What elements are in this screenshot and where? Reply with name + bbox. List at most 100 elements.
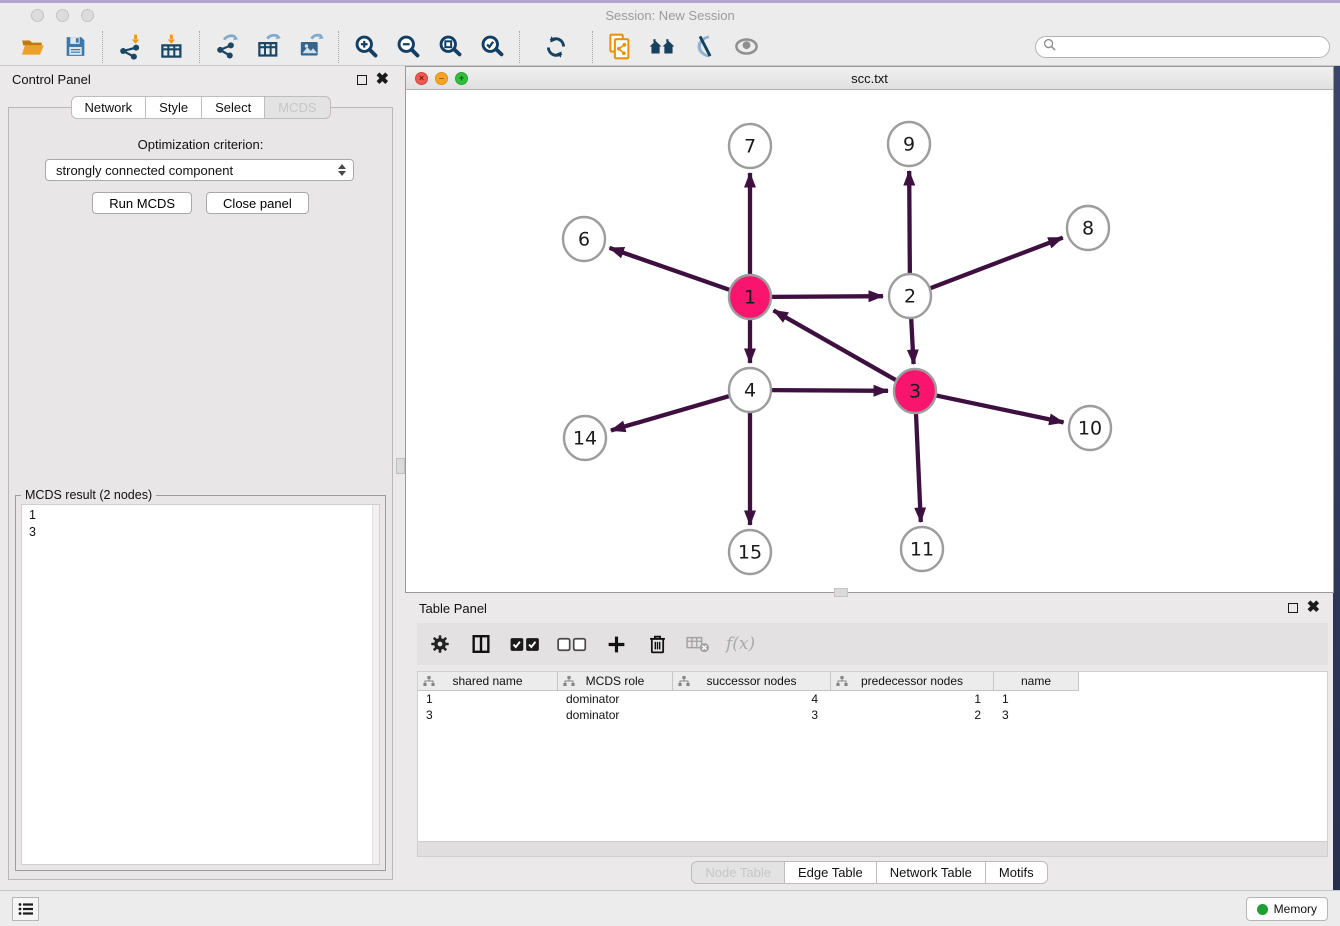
close-table-panel-icon[interactable]: ✖ [1307,603,1320,613]
view-minimize-icon[interactable]: – [435,72,448,85]
hide-selected-icon[interactable] [690,33,718,61]
show-column-icon[interactable] [468,631,494,657]
table-horizontal-scrollbar[interactable] [417,841,1328,857]
close-panel-button[interactable]: Close panel [206,192,309,214]
import-network-icon[interactable] [116,33,144,61]
optimization-criterion-label: Optimization criterion: [9,137,392,152]
edge-1-6[interactable] [609,248,729,290]
select-all-icon[interactable] [509,631,541,657]
table-row[interactable]: 3dominator323 [418,707,1327,723]
edge-3-10[interactable] [937,396,1064,423]
edge-4-3[interactable] [772,390,888,391]
cell-shared_name[interactable]: 3 [418,707,558,723]
edge-1-2[interactable] [772,296,883,297]
node-11[interactable]: 11 [901,527,943,571]
mcds-result-text[interactable]: 1 3 [21,504,380,865]
window-zoom-button[interactable] [81,9,94,22]
cell-name[interactable]: 3 [994,707,1079,723]
network-view-titlebar[interactable]: × – + scc.txt [406,67,1333,90]
tab-style[interactable]: Style [146,96,202,119]
cell-successor[interactable]: 3 [673,707,831,723]
zoom-fit-icon[interactable] [436,33,464,61]
cell-mcds_role[interactable]: dominator [558,707,673,723]
node-6[interactable]: 6 [563,217,605,261]
table-row[interactable]: 1dominator411 [418,691,1327,707]
cell-predecessor[interactable]: 1 [831,691,994,707]
delete-column-icon[interactable] [644,631,670,657]
edge-2-3[interactable] [911,318,913,364]
node-3[interactable]: 3 [894,369,936,413]
column-header-name[interactable]: name [994,672,1079,691]
zoom-out-icon[interactable] [394,33,422,61]
cell-shared_name[interactable]: 1 [418,691,558,707]
refresh-icon[interactable] [542,33,570,61]
column-header-shared-name[interactable]: shared name [418,672,558,691]
export-network-icon[interactable] [213,33,241,61]
tab-motifs[interactable]: Motifs [986,861,1048,884]
edge-2-8[interactable] [931,238,1063,289]
svg-text:1: 1 [744,287,756,309]
float-panel-icon[interactable] [357,75,367,85]
run-mcds-button[interactable]: Run MCDS [92,192,192,214]
node-10[interactable]: 10 [1069,406,1111,450]
export-image-icon[interactable] [297,33,325,61]
search-input[interactable] [1060,38,1329,56]
vertical-splitter-grip[interactable] [396,458,405,474]
node-table-header: shared nameMCDS rolesuccessor nodesprede… [418,672,1327,691]
network-from-selection-icon[interactable] [606,33,634,61]
column-header-predecessor-nodes[interactable]: predecessor nodes [831,672,994,691]
node-1[interactable]: 1 [729,275,771,319]
zoom-in-icon[interactable] [352,33,380,61]
first-neighbors-icon[interactable] [648,33,676,61]
export-table-icon[interactable] [255,33,283,61]
window-minimize-button[interactable] [56,9,69,22]
tab-mcds[interactable]: MCDS [265,96,330,119]
search-box[interactable] [1035,36,1330,58]
show-all-icon[interactable] [732,33,760,61]
svg-text:6: 6 [578,229,590,251]
column-header-successor-nodes[interactable]: successor nodes [673,672,831,691]
node-9[interactable]: 9 [888,122,930,166]
tab-network[interactable]: Network [70,96,146,119]
cell-successor[interactable]: 4 [673,691,831,707]
edge-4-14[interactable] [611,396,729,430]
tab-network-table[interactable]: Network Table [877,861,986,884]
column-header-mcds-role[interactable]: MCDS role [558,672,673,691]
node-2[interactable]: 2 [889,274,931,318]
cell-mcds_role[interactable]: dominator [558,691,673,707]
zoom-selected-icon[interactable] [478,33,506,61]
add-column-icon[interactable] [603,631,629,657]
memory-button[interactable]: Memory [1246,897,1328,921]
optimization-criterion-select[interactable]: strongly connected component [45,159,354,181]
svg-text:15: 15 [738,542,762,564]
edge-3-1[interactable] [773,310,895,380]
tab-node-table[interactable]: Node Table [691,861,785,884]
node-14[interactable]: 14 [564,416,606,460]
node-8[interactable]: 8 [1067,206,1109,250]
cell-predecessor[interactable]: 2 [831,707,994,723]
save-session-icon[interactable] [61,33,89,61]
node-7[interactable]: 7 [729,124,771,168]
import-table-icon[interactable] [158,33,186,61]
main-toolbar [0,28,1340,66]
edge-2-9[interactable] [909,171,910,274]
edge-3-11[interactable] [916,413,921,522]
tab-select[interactable]: Select [202,96,265,119]
open-file-icon[interactable] [19,33,47,61]
view-close-icon[interactable]: × [415,72,428,85]
network-graph[interactable]: 1 2 3 4 6 7 8 9 10 11 14 15 [406,90,1333,593]
view-maximize-icon[interactable]: + [455,72,468,85]
network-canvas[interactable]: 1 2 3 4 6 7 8 9 10 11 14 15 [406,90,1333,592]
cell-name[interactable]: 1 [994,691,1079,707]
result-scrollbar[interactable] [372,505,379,864]
close-panel-icon[interactable]: ✖ [376,75,389,85]
deselect-all-icon[interactable] [556,631,588,657]
task-history-button[interactable] [12,897,39,921]
settings-icon[interactable] [427,631,453,657]
float-table-panel-icon[interactable] [1288,603,1298,613]
window-close-button[interactable] [31,9,44,22]
desktop-wallpaper-right [1333,66,1340,926]
node-4[interactable]: 4 [729,368,771,412]
tab-edge-table[interactable]: Edge Table [785,861,877,884]
node-15[interactable]: 15 [729,530,771,574]
